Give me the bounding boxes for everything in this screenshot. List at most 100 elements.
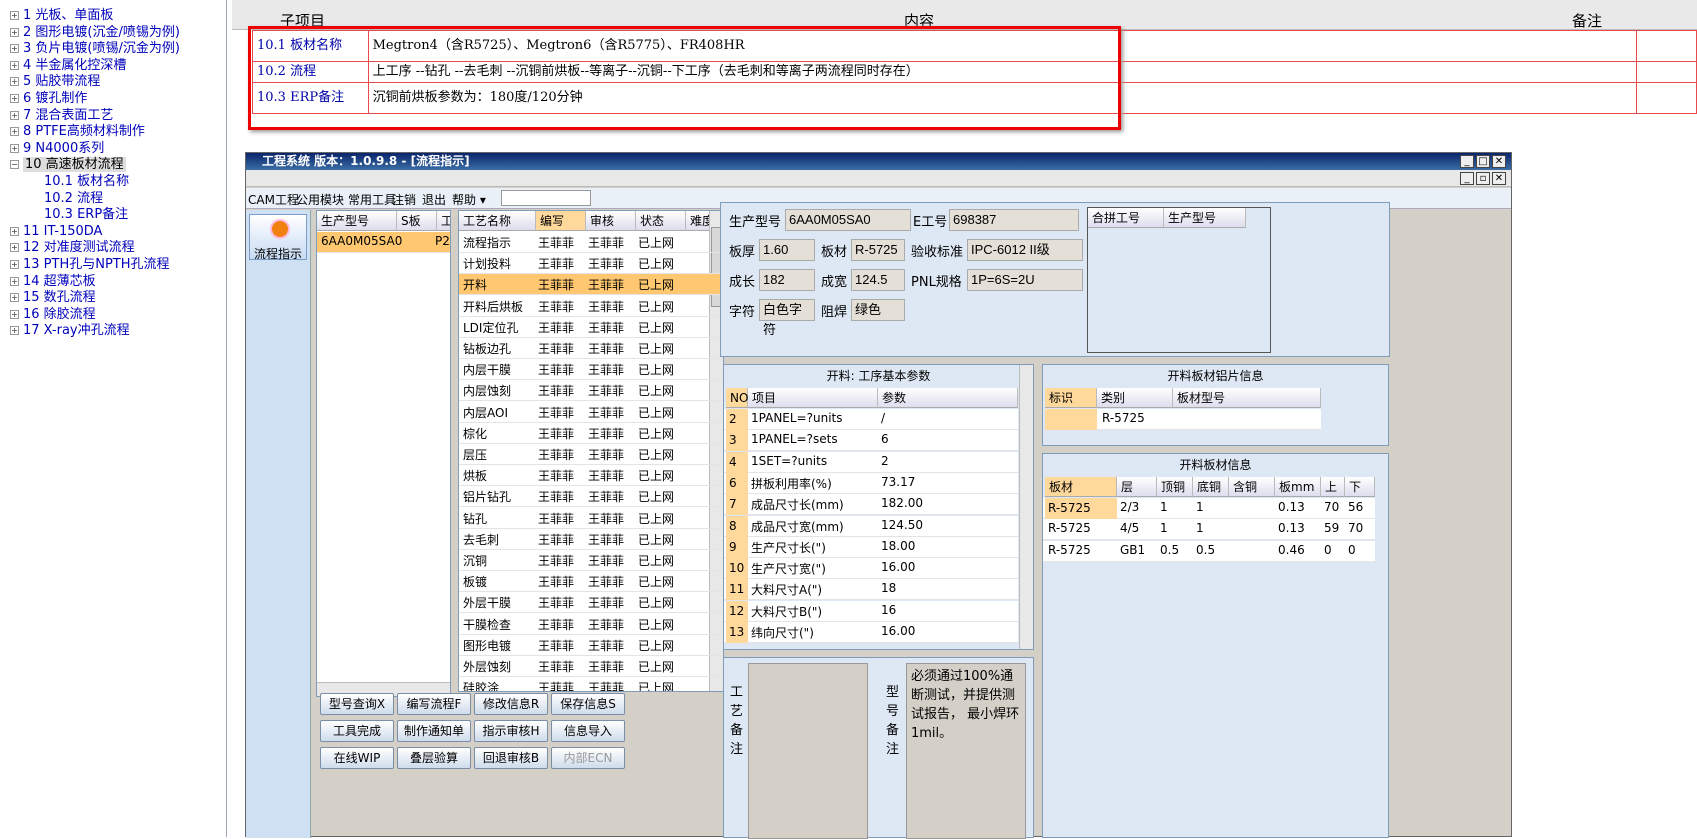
merge-header[interactable]: 生产型号	[1164, 208, 1246, 228]
expand-icon[interactable]: +	[10, 27, 19, 37]
action-button[interactable]: 制作通知单	[397, 720, 471, 742]
process-grid[interactable]: 工艺名称 编写 审核 状态 难度 流程指示 王菲菲 王菲菲 已上网 计划投料 王菲菲 王菲菲…	[458, 210, 724, 692]
expand-icon[interactable]: −	[10, 160, 19, 170]
tree-item[interactable]: −10 高速板材流程	[10, 156, 126, 174]
process-row[interactable]: 开料后烘板 王菲菲 王菲菲 已上网	[459, 296, 723, 317]
cut-row[interactable]: 11 大料尺寸A(") 18	[724, 579, 1018, 601]
process-row[interactable]: 铝片钻孔 王菲菲 王菲菲 已上网	[459, 486, 723, 508]
process-row[interactable]: 钻孔 王菲菲 王菲菲 已上网	[459, 508, 723, 529]
expand-icon[interactable]: +	[10, 276, 19, 286]
cut-row[interactable]: 13 纬向尺寸(") 16.00	[724, 622, 1018, 643]
action-button[interactable]: 工具完成	[320, 720, 394, 742]
cut-row[interactable]: 8 成品尺寸宽(mm) 124.50	[724, 515, 1018, 537]
cut-header[interactable]: NO	[726, 388, 748, 408]
cut-row[interactable]: 7 成品尺寸长(mm) 182.00	[724, 494, 1018, 516]
process-row[interactable]: 棕化 王菲菲 王菲菲 已上网	[459, 423, 723, 444]
expand-icon[interactable]: +	[10, 60, 19, 70]
child-minimize-icon[interactable]: _	[1460, 172, 1474, 185]
tree-item[interactable]: +16 除胶流程	[10, 306, 96, 324]
info-value[interactable]: IPC-6012 II级	[967, 239, 1083, 261]
expand-icon[interactable]: +	[10, 44, 19, 54]
process-row[interactable]: 钻板边孔 王菲菲 王菲菲 已上网	[459, 338, 723, 359]
doc-remark[interactable]	[1635, 30, 1697, 62]
alu-row[interactable]: R-5725	[1045, 409, 1321, 430]
alu-header[interactable]: 标识	[1045, 388, 1097, 408]
menu-dropdown[interactable]	[501, 190, 591, 206]
cut-row[interactable]: 12 大料尺寸B(") 16	[724, 600, 1018, 622]
cut-v-scrollbar[interactable]	[1019, 365, 1033, 649]
expand-icon[interactable]: +	[10, 110, 19, 120]
tree-item[interactable]: +5 贴胶带流程	[10, 73, 100, 91]
process-row[interactable]: 去毛刺 王菲菲 王菲菲 已上网	[459, 529, 723, 550]
tree-item[interactable]: +12 对准度测试流程	[10, 239, 135, 257]
action-button[interactable]: 编写流程F	[397, 693, 471, 715]
menu-item[interactable]: 退出	[422, 191, 446, 208]
cut-header[interactable]: 项目	[748, 388, 878, 408]
tree-item[interactable]: +7 混合表面工艺	[10, 107, 113, 125]
craft-note-box[interactable]	[748, 663, 868, 839]
board-row[interactable]: R-5725 GB1 0.5 0.5 0.46 0 0	[1043, 540, 1375, 562]
process-row[interactable]: LDI定位孔 王菲菲 王菲菲 已上网	[459, 317, 723, 338]
info-value[interactable]: 绿色	[851, 299, 905, 321]
process-row[interactable]: 干膜检查 王菲菲 王菲菲 已上网	[459, 614, 723, 635]
cut-row[interactable]: 9 生产尺寸长(") 18.00	[724, 536, 1018, 558]
board-header[interactable]: 板材	[1045, 477, 1117, 497]
expand-icon[interactable]: +	[10, 11, 19, 20]
menu-item[interactable]: 帮助 ▾	[452, 191, 486, 208]
close-icon[interactable]: ✕	[1492, 155, 1506, 168]
board-header[interactable]: 顶铜	[1157, 477, 1193, 497]
tree-item[interactable]: 10.3 ERP备注	[44, 206, 128, 224]
minimize-icon[interactable]: _	[1460, 155, 1474, 168]
col-factory[interactable]: 工厂	[437, 211, 450, 231]
col-process[interactable]: 工艺名称	[459, 211, 536, 231]
expand-icon[interactable]: +	[10, 260, 19, 269]
info-value[interactable]: 1P=6S=2U	[967, 269, 1083, 291]
tree-item[interactable]: 10.1 板材名称	[44, 173, 129, 191]
col-model[interactable]: 生产型号	[317, 211, 397, 231]
action-button[interactable]: 回退审核B	[474, 747, 548, 769]
child-close-icon[interactable]: ✕	[1492, 172, 1506, 185]
tree-item[interactable]: +17 X-ray冲孔流程	[10, 322, 130, 340]
tree-item[interactable]: +6 镀孔制作	[10, 90, 87, 108]
menu-item[interactable]: 注销	[392, 191, 416, 208]
info-value[interactable]: 1.60	[759, 239, 815, 261]
info-value[interactable]: 698387	[949, 209, 1079, 231]
cut-row[interactable]: 3 1PANEL=?sets 6	[724, 430, 1018, 452]
info-value[interactable]: 124.5	[851, 269, 905, 291]
expand-icon[interactable]: +	[10, 77, 19, 87]
col-reviewer[interactable]: 审核	[586, 211, 636, 231]
process-row[interactable]: 板镀 王菲菲 王菲菲 已上网	[459, 571, 723, 593]
menu-item[interactable]: 常用工具	[348, 191, 396, 208]
tree-item[interactable]: 10.2 流程	[44, 190, 103, 208]
expand-icon[interactable]: +	[10, 226, 19, 236]
tree-item[interactable]: +2 图形电镀(沉金/喷锡为例)	[10, 24, 180, 42]
child-restore-icon[interactable]: ▫	[1476, 172, 1490, 185]
board-header[interactable]: 板mm	[1275, 477, 1321, 497]
tree-item[interactable]: +15 数孔流程	[10, 289, 96, 307]
action-button[interactable]: 在线WIP	[320, 747, 394, 769]
cut-row[interactable]: 2 1PANEL=?units /	[724, 409, 1018, 430]
action-button[interactable]: 修改信息R	[474, 693, 548, 715]
tree-item[interactable]: +3 负片电镀(喷锡/沉金为例)	[10, 40, 180, 58]
merge-grid[interactable]: 合拼工号 生产型号	[1087, 207, 1271, 353]
process-row[interactable]: 内层干膜 王菲菲 王菲菲 已上网	[459, 359, 723, 381]
process-row[interactable]: 内层蚀刻 王菲菲 王菲菲 已上网	[459, 380, 723, 402]
board-header[interactable]: 层	[1117, 477, 1157, 497]
process-row[interactable]: 计划投料 王菲菲 王菲菲 已上网	[459, 253, 723, 275]
action-button[interactable]: 信息导入	[551, 720, 625, 742]
tree-item[interactable]: +13 PTH孔与NPTH孔流程	[10, 256, 170, 274]
expand-icon[interactable]: +	[10, 326, 19, 336]
tree-item[interactable]: +11 IT-150DA	[10, 223, 102, 241]
action-button[interactable]: 保存信息S	[551, 693, 625, 715]
process-row[interactable]: 烘板 王菲菲 王菲菲 已上网	[459, 465, 723, 487]
expand-icon[interactable]: +	[10, 293, 19, 303]
process-row[interactable]: 外层蚀刻 王菲菲 王菲菲 已上网	[459, 656, 723, 677]
action-button[interactable]: 叠层验算	[397, 747, 471, 769]
cut-row[interactable]: 6 拼板利用率(%) 73.17	[724, 472, 1018, 494]
tree-item[interactable]: +4 半金属化控深槽	[10, 57, 126, 75]
alu-header[interactable]: 板材型号	[1173, 388, 1321, 408]
alu-header[interactable]: 类别	[1097, 388, 1173, 408]
info-value[interactable]: 182	[759, 269, 815, 291]
process-row[interactable]: 图形电镀 王菲菲 王菲菲 已上网	[459, 635, 723, 656]
flow-button[interactable]: 流程指示	[249, 214, 307, 261]
